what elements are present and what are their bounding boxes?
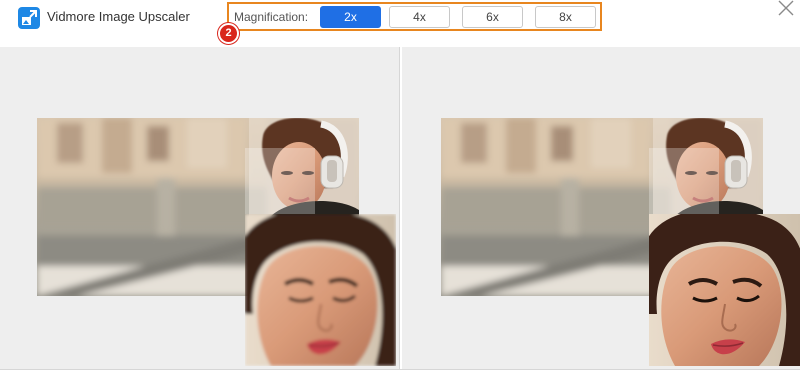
magnification-4x-button[interactable]: 4x (389, 6, 450, 28)
magnification-label: Magnification: (234, 10, 309, 24)
original-image-panel (0, 47, 399, 369)
image-upscaler-logo-icon (18, 7, 40, 29)
upscaled-zoom-view (649, 214, 800, 366)
close-icon[interactable] (775, 0, 797, 20)
zoom-region-indicator[interactable] (649, 148, 719, 214)
upscaled-image-panel (402, 47, 800, 369)
magnification-6x-button[interactable]: 6x (462, 6, 523, 28)
original-zoom-view (245, 214, 396, 366)
magnification-selector: Magnification: 2x 4x 6x 8x (227, 2, 602, 31)
zoom-region-indicator[interactable] (245, 148, 315, 214)
header-bar: Vidmore Image Upscaler Magnification: 2x… (0, 0, 800, 46)
magnification-8x-button[interactable]: 8x (535, 6, 596, 28)
magnification-2x-button[interactable]: 2x (320, 6, 381, 28)
step-number-badge: 2 (218, 23, 239, 44)
app-title: Vidmore Image Upscaler (47, 9, 190, 24)
